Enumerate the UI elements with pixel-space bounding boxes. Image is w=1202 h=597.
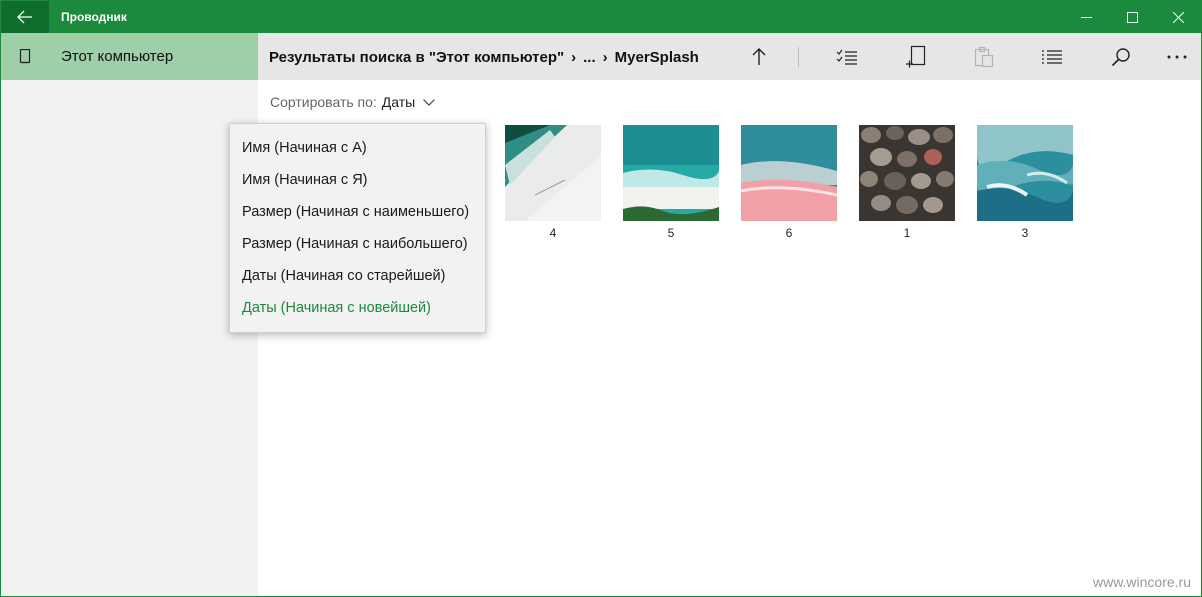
breadcrumb-current[interactable]: MyerSplash	[615, 33, 699, 82]
close-button[interactable]	[1155, 1, 1201, 33]
search-icon	[1111, 47, 1130, 66]
select-checklist-icon	[836, 49, 857, 65]
file-thumbnail[interactable]	[977, 125, 1073, 221]
sort-label: Сортировать по:	[270, 94, 377, 110]
back-arrow-icon	[17, 10, 32, 24]
file-thumbnail[interactable]	[505, 125, 601, 221]
sort-option-date-newest[interactable]: Даты (Начиная с новейшей)	[230, 292, 485, 324]
new-item-icon	[906, 45, 926, 67]
more-button[interactable]	[1154, 33, 1200, 80]
paste-icon	[974, 46, 994, 67]
maximize-icon	[1126, 11, 1138, 23]
app-title: Проводник	[61, 10, 127, 24]
thumbnail-image	[505, 125, 601, 221]
file-thumbnail[interactable]	[741, 125, 837, 221]
sidebar-item-this-pc[interactable]: Этот компьютер	[1, 33, 258, 80]
file-name: 1	[903, 226, 911, 240]
minimize-button[interactable]	[1063, 1, 1109, 33]
sort-option-size-desc[interactable]: Размер (Начиная с наибольшего)	[230, 228, 485, 260]
title-bar: Проводник	[1, 1, 1201, 33]
breadcrumb-ellipsis[interactable]: ...	[583, 33, 596, 82]
thumbnail-image	[741, 125, 837, 221]
sort-option-size-asc[interactable]: Размер (Начиная с наименьшего)	[230, 196, 485, 228]
select-button[interactable]	[824, 33, 870, 80]
file-name: 3	[1021, 226, 1029, 240]
search-button[interactable]	[1098, 33, 1144, 80]
breadcrumb: Результаты поиска в "Этот компьютер" ›...…	[269, 33, 699, 80]
breadcrumb-root[interactable]: Результаты поиска в "Этот компьютер"	[269, 33, 564, 82]
toolbar: Результаты поиска в "Этот компьютер" ›...…	[258, 33, 1201, 80]
sort-option-name-desc[interactable]: Имя (Начиная с Я)	[230, 164, 485, 196]
sidebar-item-label: Этот компьютер	[61, 48, 174, 65]
view-list-icon	[1042, 49, 1062, 64]
sort-option-name-asc[interactable]: Имя (Начиная с А)	[230, 132, 485, 164]
sort-value[interactable]: Даты	[382, 94, 415, 110]
file-name: 4	[549, 226, 557, 240]
back-button[interactable]	[1, 1, 49, 33]
breadcrumb-separator: ›	[602, 49, 608, 66]
thumbnail-image	[977, 125, 1073, 221]
paste-button[interactable]	[961, 33, 1007, 80]
thumbnail-image	[859, 125, 955, 221]
watermark: www.wincore.ru	[1092, 574, 1191, 590]
sort-option-date-oldest[interactable]: Даты (Начиная со старейшей)	[230, 260, 485, 292]
file-name: 6	[785, 226, 793, 240]
device-icon	[19, 49, 31, 64]
up-button[interactable]	[736, 33, 782, 80]
sort-control[interactable]: Сортировать по: Даты	[270, 94, 436, 110]
breadcrumb-separator: ›	[571, 49, 577, 66]
minimize-icon	[1080, 16, 1092, 18]
new-item-button[interactable]	[893, 33, 939, 80]
view-button[interactable]	[1029, 33, 1075, 80]
up-arrow-icon	[752, 47, 766, 65]
file-thumbnail[interactable]	[859, 125, 955, 221]
thumbnail-image	[623, 125, 719, 221]
maximize-button[interactable]	[1109, 1, 1155, 33]
more-icon	[1167, 55, 1187, 58]
file-thumbnail[interactable]	[623, 125, 719, 221]
chevron-down-icon	[423, 98, 436, 106]
sidebar: Этот компьютер	[1, 33, 258, 596]
file-name: 5	[667, 226, 675, 240]
app-window: Проводник Этот компьютер Результаты поис…	[0, 0, 1202, 597]
close-icon	[1172, 11, 1184, 23]
toolbar-divider	[798, 47, 799, 67]
sort-menu: Имя (Начиная с А) Имя (Начиная с Я) Разм…	[229, 123, 486, 333]
